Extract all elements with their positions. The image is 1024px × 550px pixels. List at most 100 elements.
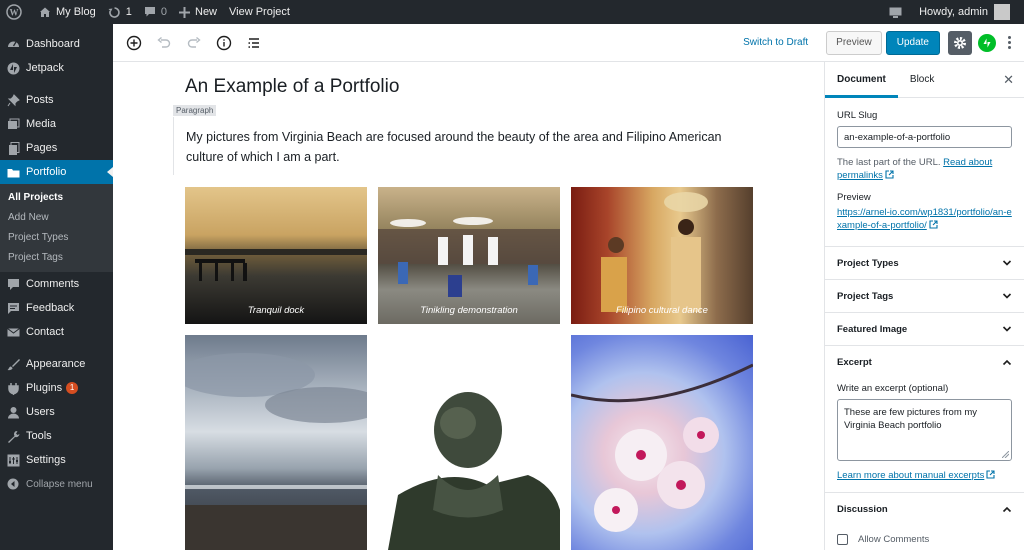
gallery-image-cherry-blossoms[interactable] bbox=[571, 335, 753, 550]
editor-toolbar: Switch to Draft Preview Update bbox=[113, 24, 1024, 62]
menu-label: Settings bbox=[26, 454, 66, 466]
panel-title: Discussion bbox=[837, 504, 888, 515]
avatar bbox=[994, 4, 1010, 20]
url-slug-input[interactable]: an-example-of-a-portfolio bbox=[837, 126, 1012, 148]
tab-block[interactable]: Block bbox=[898, 62, 946, 98]
submenu-add-new[interactable]: Add New bbox=[0, 208, 113, 228]
menu-feedback[interactable]: Feedback bbox=[0, 296, 113, 320]
new-label: New bbox=[195, 6, 218, 18]
switch-to-draft-button[interactable]: Switch to Draft bbox=[743, 37, 808, 48]
comments-count: 0 bbox=[160, 6, 167, 18]
wrench-icon bbox=[6, 429, 20, 443]
close-icon[interactable]: ✕ bbox=[1003, 72, 1014, 88]
menu-label: Jetpack bbox=[26, 62, 64, 74]
menu-label: Feedback bbox=[26, 302, 75, 314]
chevron-down-icon bbox=[1002, 260, 1012, 266]
gallery-image-cultural-dance[interactable]: Filipino cultural dance bbox=[571, 187, 753, 324]
screen-icon[interactable] bbox=[883, 0, 913, 24]
home-icon bbox=[40, 7, 50, 17]
menu-media[interactable]: Media bbox=[0, 112, 113, 136]
chevron-down-icon bbox=[1002, 293, 1012, 299]
mail-icon bbox=[6, 325, 20, 339]
collapse-icon bbox=[6, 477, 20, 491]
menu-contact[interactable]: Contact bbox=[0, 320, 113, 344]
undo-icon[interactable] bbox=[151, 30, 177, 56]
menu-label: Collapse menu bbox=[26, 478, 93, 490]
admin-bar: W My Blog 1 0 New View Project Howdy, ad… bbox=[0, 0, 1024, 24]
howdy-text: Howdy, admin bbox=[919, 6, 988, 18]
block-type-label: Paragraph bbox=[173, 105, 217, 116]
refresh-icon bbox=[108, 6, 120, 18]
beach-scene bbox=[185, 353, 367, 550]
menu-jetpack[interactable]: Jetpack bbox=[0, 56, 113, 80]
excerpt-panel-toggle[interactable]: Excerpt bbox=[825, 346, 1024, 379]
gallery-image-tinikling[interactable]: Tinikling demonstration bbox=[378, 187, 560, 324]
view-project-link[interactable]: View Project bbox=[223, 0, 296, 24]
wordpress-logo-icon[interactable]: W bbox=[0, 0, 33, 24]
submenu-project-tags[interactable]: Project Tags bbox=[0, 248, 113, 268]
allow-comments-checkbox[interactable] bbox=[837, 534, 848, 545]
menu-label: Plugins bbox=[26, 382, 63, 394]
preview-button[interactable]: Preview bbox=[826, 30, 882, 55]
paragraph-block[interactable]: My pictures from Virginia Beach are focu… bbox=[173, 117, 763, 175]
jetpack-bolt-icon bbox=[983, 38, 991, 47]
plug-icon bbox=[6, 381, 20, 395]
excerpt-label: Write an excerpt (optional) bbox=[837, 383, 949, 394]
gallery-image-tranquil-dock[interactable]: Tranquil dock bbox=[185, 187, 367, 324]
gallery-image-statue[interactable] bbox=[378, 335, 560, 550]
excerpt-text: These are few pictures from my Virginia … bbox=[844, 407, 978, 431]
site-name: My Blog bbox=[56, 6, 96, 18]
comments-link[interactable]: 0 bbox=[138, 0, 173, 24]
updates-link[interactable]: 1 bbox=[102, 0, 138, 24]
menu-tools[interactable]: Tools bbox=[0, 424, 113, 448]
menu-appearance[interactable]: Appearance bbox=[0, 352, 113, 376]
account-menu[interactable]: Howdy, admin bbox=[913, 0, 1024, 24]
menu-collapse[interactable]: Collapse menu bbox=[0, 472, 113, 496]
excerpt-textarea[interactable]: These are few pictures from my Virginia … bbox=[837, 399, 1012, 461]
settings-toggle-button[interactable] bbox=[948, 30, 972, 55]
url-help-text: The last part of the URL. Read about per… bbox=[837, 156, 1012, 182]
resize-handle-icon[interactable] bbox=[1002, 451, 1009, 458]
menu-users[interactable]: Users bbox=[0, 400, 113, 424]
new-content-link[interactable]: New bbox=[173, 0, 223, 24]
redo-icon[interactable] bbox=[181, 30, 207, 56]
post-title[interactable]: An Example of a Portfolio bbox=[185, 76, 399, 98]
portfolio-submenu: All Projects Add New Project Types Proje… bbox=[0, 184, 113, 272]
update-button[interactable]: Update bbox=[885, 30, 940, 55]
submenu-all-projects[interactable]: All Projects bbox=[0, 188, 113, 208]
menu-plugins[interactable]: Plugins 1 bbox=[0, 376, 113, 400]
external-link-icon bbox=[885, 170, 894, 179]
preview-url-link[interactable]: https://arnel-io.com/wp1831/portfolio/an… bbox=[837, 207, 1012, 231]
manual-excerpts-link[interactable]: Learn more about manual excerpts bbox=[837, 470, 984, 481]
submenu-project-types[interactable]: Project Types bbox=[0, 228, 113, 248]
preview-label: Preview bbox=[837, 192, 871, 203]
project-tags-panel-toggle[interactable]: Project Tags bbox=[825, 280, 1024, 313]
menu-portfolio[interactable]: Portfolio bbox=[0, 160, 113, 184]
chevron-up-icon bbox=[1002, 359, 1012, 365]
paragraph-text[interactable]: My pictures from Virginia Beach are focu… bbox=[186, 127, 761, 167]
info-icon[interactable] bbox=[211, 30, 237, 56]
panel-title: Project Types bbox=[837, 257, 899, 269]
site-name-link[interactable]: My Blog bbox=[33, 0, 102, 24]
menu-comments[interactable]: Comments bbox=[0, 272, 113, 296]
discussion-panel-toggle[interactable]: Discussion bbox=[825, 493, 1024, 526]
jetpack-button[interactable] bbox=[978, 33, 996, 52]
gear-icon bbox=[954, 36, 966, 49]
updates-count: 1 bbox=[125, 6, 132, 18]
gallery-image-beach-sky[interactable] bbox=[185, 335, 367, 550]
dock-silhouette bbox=[185, 249, 367, 281]
menu-posts[interactable]: Posts bbox=[0, 88, 113, 112]
view-project-label: View Project bbox=[229, 6, 290, 18]
comment-bubble-icon bbox=[144, 7, 155, 17]
tab-document[interactable]: Document bbox=[825, 62, 898, 98]
menu-settings[interactable]: Settings bbox=[0, 448, 113, 472]
menu-pages[interactable]: Pages bbox=[0, 136, 113, 160]
allow-comments-label: Allow Comments bbox=[858, 534, 930, 545]
dashboard-icon bbox=[6, 37, 20, 51]
featured-image-panel-toggle[interactable]: Featured Image bbox=[825, 313, 1024, 346]
add-block-icon[interactable] bbox=[121, 30, 147, 56]
more-options-icon[interactable] bbox=[1004, 36, 1014, 49]
block-navigation-icon[interactable] bbox=[241, 30, 267, 56]
menu-dashboard[interactable]: Dashboard bbox=[0, 32, 113, 56]
project-types-panel-toggle[interactable]: Project Types bbox=[825, 247, 1024, 280]
